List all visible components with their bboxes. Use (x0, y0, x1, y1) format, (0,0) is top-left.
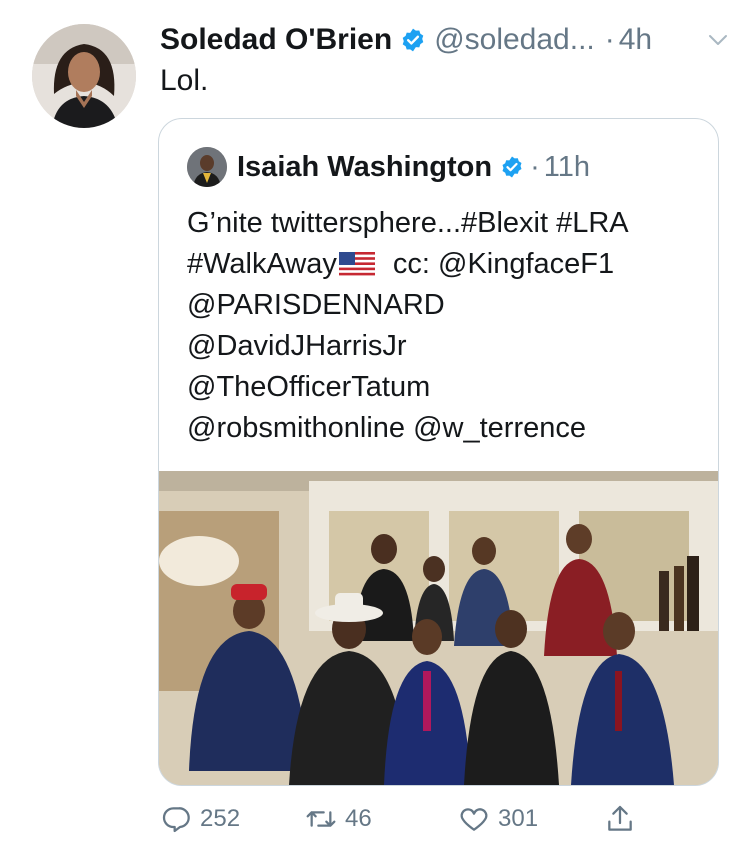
man-portrait-avatar-icon (187, 147, 227, 187)
like-count: 301 (498, 805, 539, 832)
quoted-author-name: Isaiah Washington (237, 150, 493, 183)
author-name[interactable]: Soledad O'Brien (160, 23, 392, 57)
retweet-count: 46 (345, 805, 372, 832)
quoted-timestamp: 11h (543, 150, 591, 183)
author-avatar[interactable] (32, 24, 136, 128)
heart-icon (460, 808, 488, 831)
quoted-text-line[interactable]: @PARISDENNARD (187, 285, 707, 326)
quoted-author-avatar (187, 147, 227, 187)
quoted-tweet-card[interactable]: Isaiah Washington · 11h G’nite twittersp… (158, 118, 719, 786)
retweet-button[interactable]: 46 (305, 803, 372, 835)
author-handle[interactable]: @soledad... (434, 23, 595, 57)
tweet-actions: 252 46 301 (0, 803, 750, 839)
quoted-tweet-header: Isaiah Washington · 11h (187, 147, 590, 187)
hashtag-walkaway[interactable]: #WalkAway (187, 248, 337, 280)
quoted-text-line: #WalkAway cc: @KingfaceF1 (187, 244, 707, 285)
tweet-timestamp[interactable]: 4h (619, 23, 652, 57)
quoted-text-line[interactable]: @DavidJHarrisJr (187, 326, 707, 367)
separator-dot: · (604, 23, 615, 56)
mention-kingface[interactable]: cc: @KingfaceF1 (393, 248, 614, 280)
verified-badge-icon (402, 28, 424, 52)
woman-portrait-avatar-icon (32, 24, 136, 128)
share-icon (608, 805, 632, 831)
tweet-header: Soledad O'Brien @soledad... · 4h (160, 22, 730, 58)
us-flag-icon (338, 252, 375, 276)
retweet-icon (306, 811, 336, 827)
tweet-text: Lol. (160, 64, 209, 97)
verified-badge-icon (502, 156, 522, 178)
group-photo-image-icon (159, 471, 718, 785)
quoted-text-line[interactable]: @TheOfficerTatum (187, 367, 707, 408)
like-button[interactable]: 301 (458, 803, 538, 835)
quoted-text-line: G’nite twittersphere...#Blexit #LRA (187, 207, 629, 239)
separator-dot: · (530, 150, 540, 183)
reply-button[interactable]: 252 (160, 803, 240, 835)
reply-icon (162, 807, 190, 833)
quoted-tweet-photo[interactable] (159, 471, 718, 785)
quoted-tweet-text: G’nite twittersphere...#Blexit #LRA #Wal… (187, 203, 707, 449)
quoted-text-line[interactable]: @robsmithonline @w_terrence (187, 408, 707, 449)
share-button[interactable] (604, 803, 644, 835)
chevron-down-icon[interactable] (706, 28, 730, 52)
reply-count: 252 (200, 805, 241, 832)
